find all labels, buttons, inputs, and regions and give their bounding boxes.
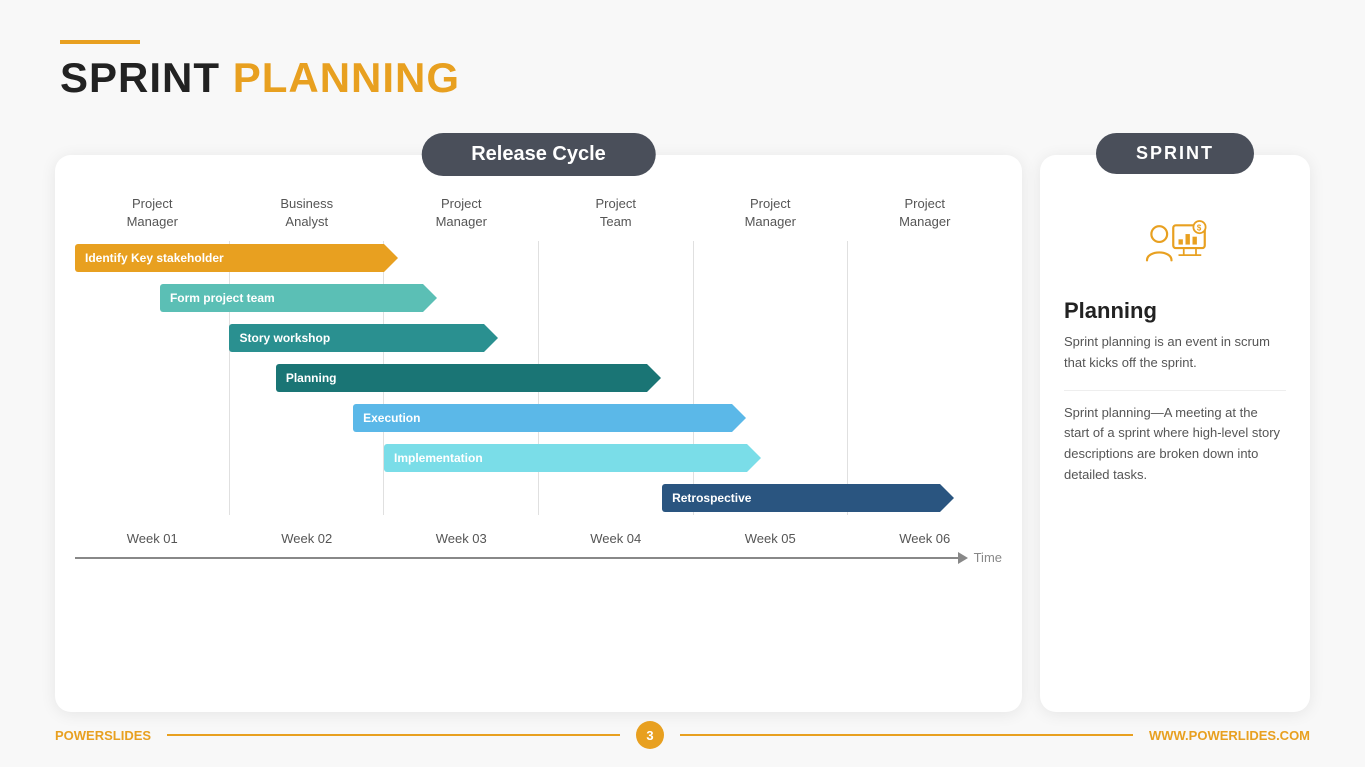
sprint-text-1: Sprint planning is an event in scrum tha… (1040, 332, 1310, 374)
footer-url: WWW.POWERLIDES.COM (1149, 728, 1310, 743)
page-number-badge: 3 (636, 721, 664, 749)
planning-icon: $ (1140, 215, 1210, 280)
bar-label-1: Form project team (170, 291, 275, 305)
header-section: SPRINT PLANNING (60, 40, 460, 102)
release-cycle-badge: Release Cycle (421, 133, 656, 176)
week-04: Week 04 (539, 531, 694, 546)
main-content: Release Cycle ProjectManager BusinessAna… (55, 155, 1310, 712)
week-03: Week 03 (384, 531, 539, 546)
bar-0: Identify Key stakeholder (75, 244, 384, 272)
sprint-icon-area: $ (1040, 195, 1310, 290)
bar-row-1: Form project team (75, 281, 1002, 315)
bar-label-2: Story workshop (239, 331, 330, 345)
sprint-planning-title: Planning (1040, 290, 1310, 332)
footer-brand: POWERSLIDES (55, 728, 151, 743)
col-header-4: ProjectTeam (539, 195, 694, 231)
header-accent-line (60, 40, 140, 44)
bar-1: Form project team (160, 284, 423, 312)
col-header-6: ProjectManager (848, 195, 1003, 231)
bar-label-6: Retrospective (672, 491, 751, 505)
bar-3: Planning (276, 364, 647, 392)
bar-5: Implementation (384, 444, 747, 472)
bar-label-3: Planning (286, 371, 337, 385)
timeline-label: Time (974, 550, 1002, 565)
gantt-card: Release Cycle ProjectManager BusinessAna… (55, 155, 1022, 712)
sprint-divider (1064, 390, 1286, 391)
bars-container: Identify Key stakeholder Form project tea… (75, 241, 1002, 515)
week-05: Week 05 (693, 531, 848, 546)
bar-row-6: Retrospective (75, 481, 1002, 515)
week-row: Week 01 Week 02 Week 03 Week 04 Week 05 … (55, 523, 1022, 546)
footer-brand-black: POWER (55, 728, 104, 743)
gantt-area: Identify Key stakeholder Form project tea… (55, 241, 1022, 515)
week-06: Week 06 (848, 531, 1003, 546)
bar-row-3: Planning (75, 361, 1002, 395)
svg-text:$: $ (1197, 224, 1202, 233)
footer-line-left (167, 734, 620, 736)
sprint-badge: SPRINT (1096, 133, 1254, 174)
bar-label-0: Identify Key stakeholder (85, 251, 224, 265)
bar-2: Story workshop (229, 324, 484, 352)
bar-label-4: Execution (363, 411, 420, 425)
col-header-5: ProjectManager (693, 195, 848, 231)
sprint-text-2: Sprint planning—A meeting at the start o… (1040, 403, 1310, 486)
sprint-card: SPRINT (1040, 155, 1310, 712)
timeline-row: Time (55, 546, 1022, 565)
bar-4: Execution (353, 404, 732, 432)
week-01: Week 01 (75, 531, 230, 546)
bar-row-2: Story workshop (75, 321, 1002, 355)
bar-row-4: Execution (75, 401, 1002, 435)
title-orange: PLANNING (233, 54, 460, 101)
week-02: Week 02 (230, 531, 385, 546)
col-header-3: ProjectManager (384, 195, 539, 231)
footer: POWERSLIDES 3 WWW.POWERLIDES.COM (55, 721, 1310, 749)
bar-row-0: Identify Key stakeholder (75, 241, 1002, 275)
footer-line-right (680, 734, 1133, 736)
footer-brand-orange: SLIDES (104, 728, 151, 743)
timeline-line (75, 557, 960, 559)
col-header-2: BusinessAnalyst (230, 195, 385, 231)
page-title: SPRINT PLANNING (60, 54, 460, 102)
col-header-1: ProjectManager (75, 195, 230, 231)
bar-row-5: Implementation (75, 441, 1002, 475)
title-black: SPRINT (60, 54, 220, 101)
bar-label-5: Implementation (394, 451, 483, 465)
bar-6: Retrospective (662, 484, 940, 512)
